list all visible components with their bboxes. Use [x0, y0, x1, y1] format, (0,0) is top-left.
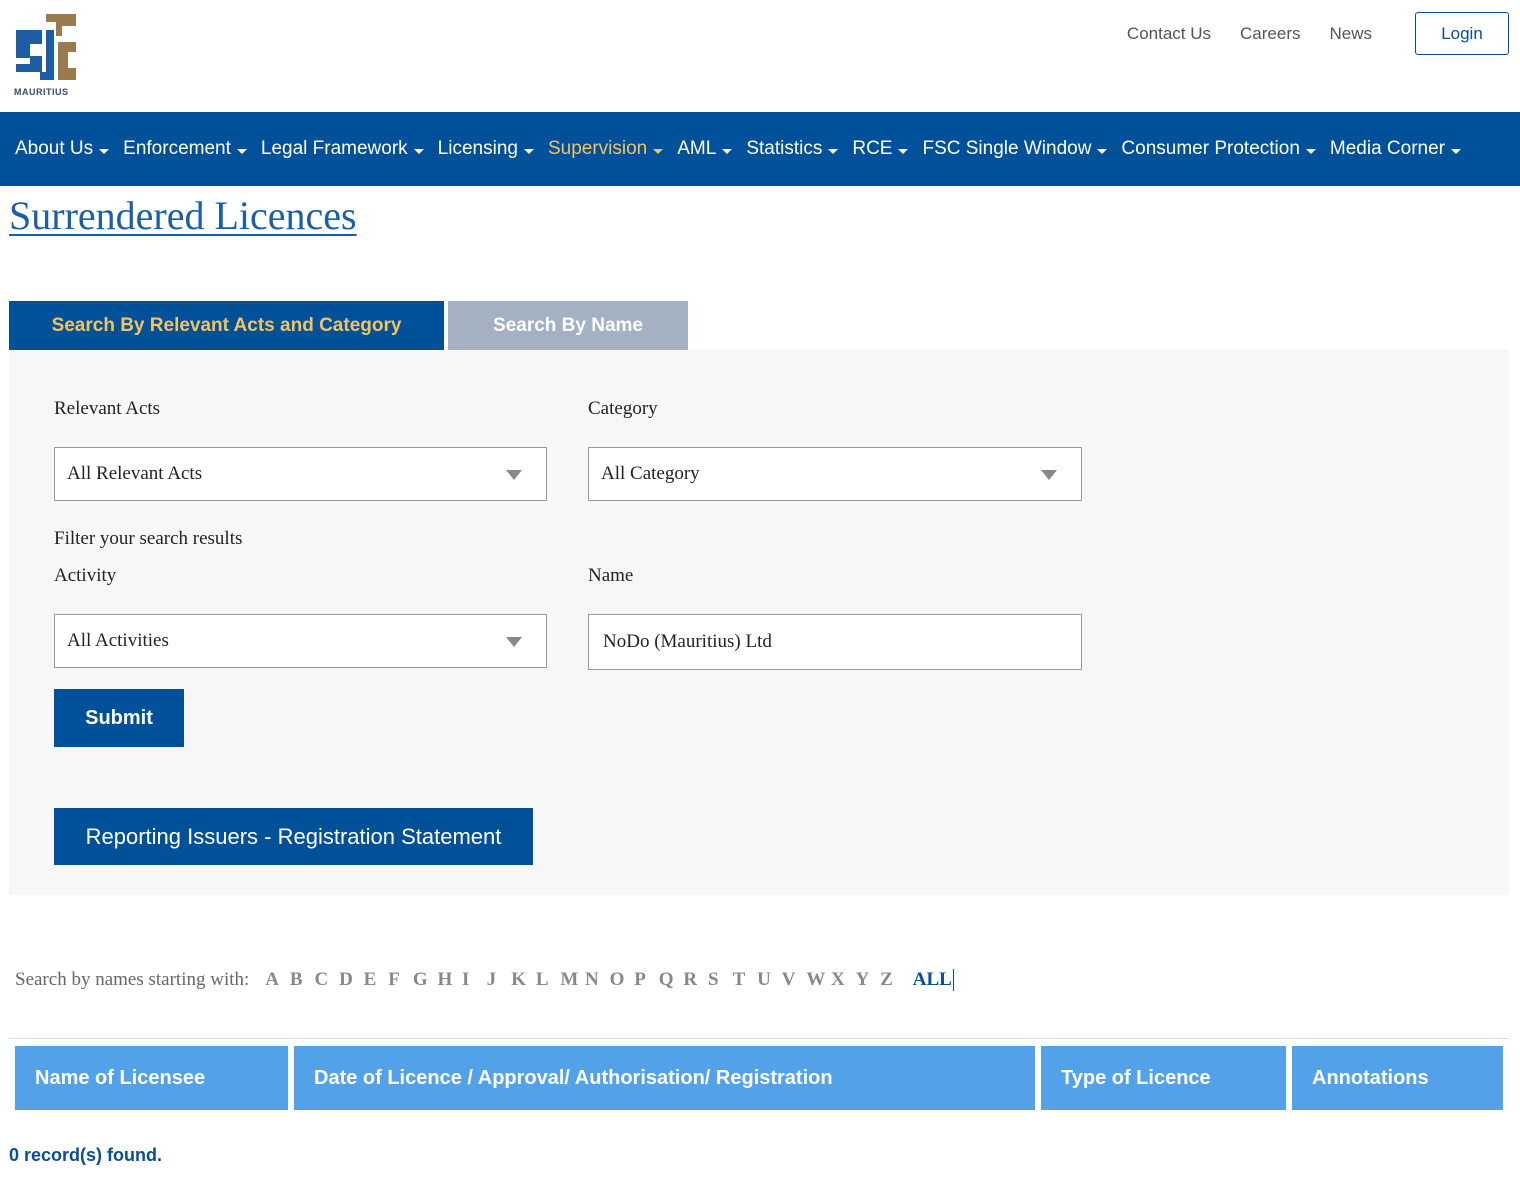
nav-rce[interactable]: RCE: [852, 138, 909, 160]
caret-down-icon: [722, 149, 733, 154]
submit-button[interactable]: Submit: [54, 689, 184, 747]
caret-down-icon: [653, 149, 664, 154]
nav-label: Consumer Protection: [1121, 138, 1300, 159]
caret-down-icon: [1097, 149, 1108, 154]
login-button[interactable]: Login: [1415, 12, 1509, 55]
category-value: All Category: [601, 463, 700, 484]
header-date-of-licence[interactable]: Date of Licence / Approval/ Authorisatio…: [294, 1046, 1035, 1110]
alphabet-letter-j[interactable]: J: [487, 969, 512, 991]
search-panel: Relevant Acts All Relevant Acts Category…: [9, 350, 1509, 895]
alphabet-letter-y[interactable]: Y: [856, 969, 881, 991]
nav-label: AML: [677, 138, 717, 159]
alphabet-letter-m[interactable]: M: [560, 969, 585, 991]
category-label: Category: [588, 398, 658, 419]
alphabet-letter-k[interactable]: K: [511, 969, 536, 991]
header-type-of-licence[interactable]: Type of Licence: [1041, 1046, 1286, 1110]
alphabet-letter-h[interactable]: H: [437, 969, 462, 991]
nav-about-us[interactable]: About Us: [15, 138, 110, 160]
relevant-acts-label: Relevant Acts: [54, 398, 161, 419]
nav-label: FSC Single Window: [922, 138, 1092, 159]
caret-down-icon: [1451, 149, 1461, 154]
nav-label: Statistics: [746, 138, 823, 159]
nav-label: Media Corner: [1329, 138, 1445, 159]
nav-enforcement[interactable]: Enforcement: [123, 138, 247, 160]
logo-caption: MAURITIUS: [14, 87, 69, 97]
alphabet-letter-e[interactable]: E: [364, 969, 389, 991]
nav-statistics[interactable]: Statistics: [746, 138, 839, 160]
activity-label: Activity: [54, 565, 117, 586]
category-select[interactable]: All Category: [588, 447, 1082, 501]
alphabet-letter-a[interactable]: A: [265, 969, 290, 991]
top-links: Contact Us Careers News: [1127, 24, 1372, 44]
name-input[interactable]: [588, 614, 1082, 670]
contact-us-link[interactable]: Contact Us: [1127, 24, 1211, 44]
tab-search-by-acts[interactable]: Search By Relevant Acts and Category: [9, 301, 444, 350]
alphabet-all-link[interactable]: ALL: [913, 969, 954, 991]
nav-label: Licensing: [437, 138, 518, 159]
nav-label: Enforcement: [123, 138, 231, 159]
caret-down-icon: [413, 149, 424, 154]
relevant-acts-select[interactable]: All Relevant Acts: [54, 447, 547, 501]
alphabet-letter-u[interactable]: U: [757, 969, 782, 991]
careers-link[interactable]: Careers: [1240, 24, 1300, 44]
alphabet-letter-n[interactable]: N: [585, 969, 610, 991]
relevant-acts-value: All Relevant Acts: [67, 463, 203, 484]
alphabet-letter-o[interactable]: O: [610, 969, 635, 991]
filter-label: Filter your search results: [54, 528, 243, 549]
caret-down-icon: [828, 149, 839, 154]
alphabet-letter-z[interactable]: Z: [880, 969, 905, 991]
alphabet-letter-x[interactable]: X: [831, 969, 856, 991]
caret-down-icon: [236, 149, 247, 154]
alphabet-letter-s[interactable]: S: [708, 969, 733, 991]
nav-consumer-protection[interactable]: Consumer Protection: [1121, 138, 1316, 160]
alphabet-letter-v[interactable]: V: [782, 969, 807, 991]
alphabet-letter-p[interactable]: P: [634, 969, 659, 991]
caret-down-icon: [898, 149, 909, 154]
alphabet-letter-i[interactable]: I: [462, 969, 487, 991]
alphabet-letter-b[interactable]: B: [290, 969, 315, 991]
records-count: 0 record(s) found.: [9, 1145, 163, 1165]
header-name-of-licensee[interactable]: Name of Licensee: [15, 1046, 288, 1110]
dropdown-arrow-icon: [506, 637, 522, 647]
name-label: Name: [588, 565, 634, 586]
caret-down-icon: [523, 149, 534, 154]
nav-supervision[interactable]: Supervision: [547, 138, 664, 160]
nav-legal-framework[interactable]: Legal Framework: [261, 138, 424, 160]
nav-media-corner[interactable]: Media Corner: [1330, 138, 1461, 160]
alphabet-letter-l[interactable]: L: [536, 969, 561, 991]
main-nav: About Us Enforcement Legal Framework Lic…: [0, 112, 1520, 186]
page-title[interactable]: Surrendered Licences: [9, 192, 357, 239]
news-link[interactable]: News: [1329, 24, 1372, 44]
header-annotations[interactable]: Annotations: [1292, 1046, 1503, 1110]
activity-select[interactable]: All Activities: [54, 614, 547, 668]
nav-licensing[interactable]: Licensing: [438, 138, 534, 160]
reporting-issuers-button[interactable]: Reporting Issuers - Registration Stateme…: [54, 808, 533, 865]
alphabet-letter-g[interactable]: G: [413, 969, 438, 991]
alphabet-label: Search by names starting with:: [15, 969, 250, 990]
nav-aml[interactable]: AML: [677, 138, 733, 160]
alphabet-letter-t[interactable]: T: [733, 969, 758, 991]
table-divider: [9, 1038, 1509, 1039]
dropdown-arrow-icon: [1041, 470, 1057, 480]
alphabet-letter-r[interactable]: R: [683, 969, 708, 991]
alphabet-filter: Search by names starting with: ABCDEFGHI…: [15, 969, 954, 991]
caret-down-icon: [99, 149, 110, 154]
site-header: MAURITIUS Contact Us Careers News Login: [0, 0, 1520, 112]
alphabet-letter-c[interactable]: C: [314, 969, 339, 991]
alphabet-letters: ABCDEFGHIJKLMNOPQRSTUVWXYZ: [265, 969, 904, 991]
nav-label: Legal Framework: [260, 138, 408, 159]
alphabet-letter-d[interactable]: D: [339, 969, 364, 991]
alphabet-letter-w[interactable]: W: [806, 969, 831, 991]
nav-label: Supervision: [547, 138, 648, 159]
alphabet-letter-q[interactable]: Q: [659, 969, 684, 991]
activity-value: All Activities: [67, 630, 169, 651]
nav-label: RCE: [852, 138, 893, 159]
tab-search-by-name[interactable]: Search By Name: [448, 301, 688, 350]
alphabet-letter-f[interactable]: F: [388, 969, 413, 991]
nav-label: About Us: [15, 138, 94, 159]
caret-down-icon: [1305, 149, 1316, 154]
dropdown-arrow-icon: [506, 470, 522, 480]
nav-fsc-single-window[interactable]: FSC Single Window: [922, 138, 1108, 160]
